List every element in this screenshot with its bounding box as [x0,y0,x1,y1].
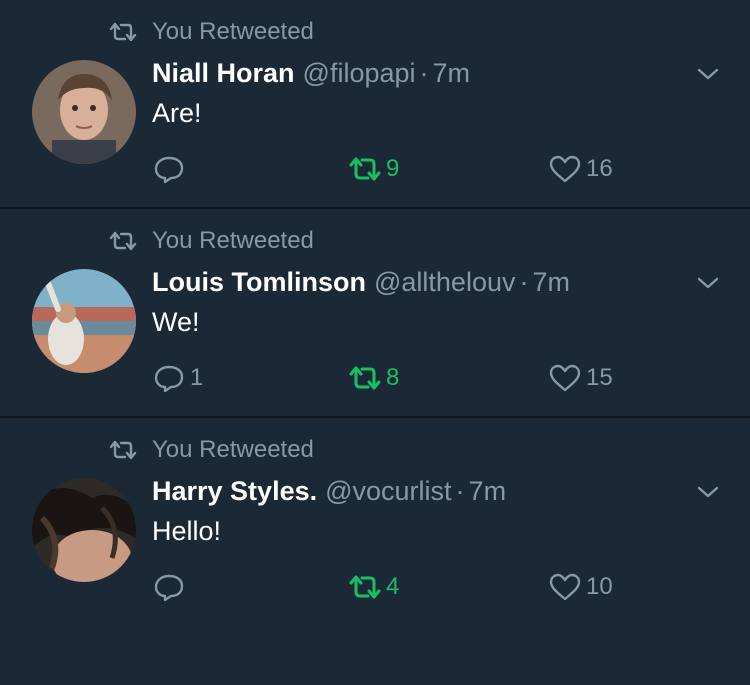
like-button[interactable]: 10 [548,572,613,602]
separator-dot: · [455,476,465,506]
like-button[interactable]: 16 [548,154,613,184]
tweet[interactable]: You Retweeted Niall Horan @filopapi · 7m Ar… [0,0,750,209]
display-name[interactable]: Louis Tomlinson [152,267,366,297]
heart-icon [549,364,581,392]
retweet-icon [109,22,137,42]
retweet-count: 9 [386,155,400,182]
tweet-actions: 4 10 [152,572,672,608]
retweet-icon [349,366,381,390]
heart-icon [549,573,581,601]
separator-dot: · [419,58,429,88]
user-handle[interactable]: @allthelouv [374,267,516,297]
retweet-context-label: You Retweeted [152,227,314,254]
tweet-text: Hello! [152,516,222,546]
retweet-button[interactable]: 9 [348,154,399,184]
like-count: 16 [586,155,613,182]
retweet-icon [109,440,137,460]
tweet-text: We! [152,307,200,337]
reply-icon [154,365,184,393]
reply-count: 1 [190,364,204,391]
tweet-text: Are! [152,98,202,128]
user-handle[interactable]: @filopapi [303,58,416,88]
timestamp[interactable]: 7m [433,58,471,88]
display-name[interactable]: Harry Styles. [152,476,317,506]
avatar-image [32,60,136,164]
timestamp[interactable]: 7m [469,476,507,506]
retweet-count: 8 [386,364,400,391]
retweet-context-label: You Retweeted [152,18,314,45]
user-handle[interactable]: @vocurlist [325,476,451,506]
avatar[interactable] [32,478,136,582]
timestamp[interactable]: 7m [532,267,570,297]
retweet-context-label: You Retweeted [152,436,314,463]
retweet-context: You Retweeted [108,227,314,255]
avatar-image [32,478,136,582]
retweet-context: You Retweeted [108,18,314,46]
reply-icon [154,574,184,602]
reply-icon [154,156,184,184]
display-name[interactable]: Niall Horan [152,58,295,88]
retweet-count: 4 [386,573,400,600]
tweet-actions: 9 16 [152,154,672,190]
retweet-icon [349,575,381,599]
tweet-actions: 1 8 15 [152,363,672,399]
like-count: 10 [586,573,613,600]
retweet-button[interactable]: 8 [348,363,399,393]
chevron-down-icon[interactable] [696,484,720,500]
chevron-down-icon[interactable] [696,275,720,291]
avatar-image [32,269,136,373]
tweet-header: Louis Tomlinson @allthelouv · 7m [152,267,570,298]
reply-button[interactable] [152,572,190,602]
tweet[interactable]: You Retweeted Louis Tomlinson @allthelouv… [0,209,750,418]
reply-button[interactable]: 1 [152,363,203,393]
tweet[interactable]: You Retweeted Harry Styles. @vocurlist · 7m… [0,418,750,685]
retweet-context: You Retweeted [108,436,314,464]
heart-icon [549,155,581,183]
avatar[interactable] [32,60,136,164]
retweet-button[interactable]: 4 [348,572,399,602]
retweet-icon [109,231,137,251]
like-count: 15 [586,364,613,391]
avatar[interactable] [32,269,136,373]
tweet-header: Harry Styles. @vocurlist · 7m [152,476,506,507]
separator-dot: · [519,267,529,297]
like-button[interactable]: 15 [548,363,613,393]
chevron-down-icon[interactable] [696,66,720,82]
retweet-icon [349,157,381,181]
reply-button[interactable] [152,154,190,184]
timeline-feed: You Retweeted Niall Horan @filopapi · 7m Ar… [0,0,750,685]
tweet-header: Niall Horan @filopapi · 7m [152,58,470,89]
